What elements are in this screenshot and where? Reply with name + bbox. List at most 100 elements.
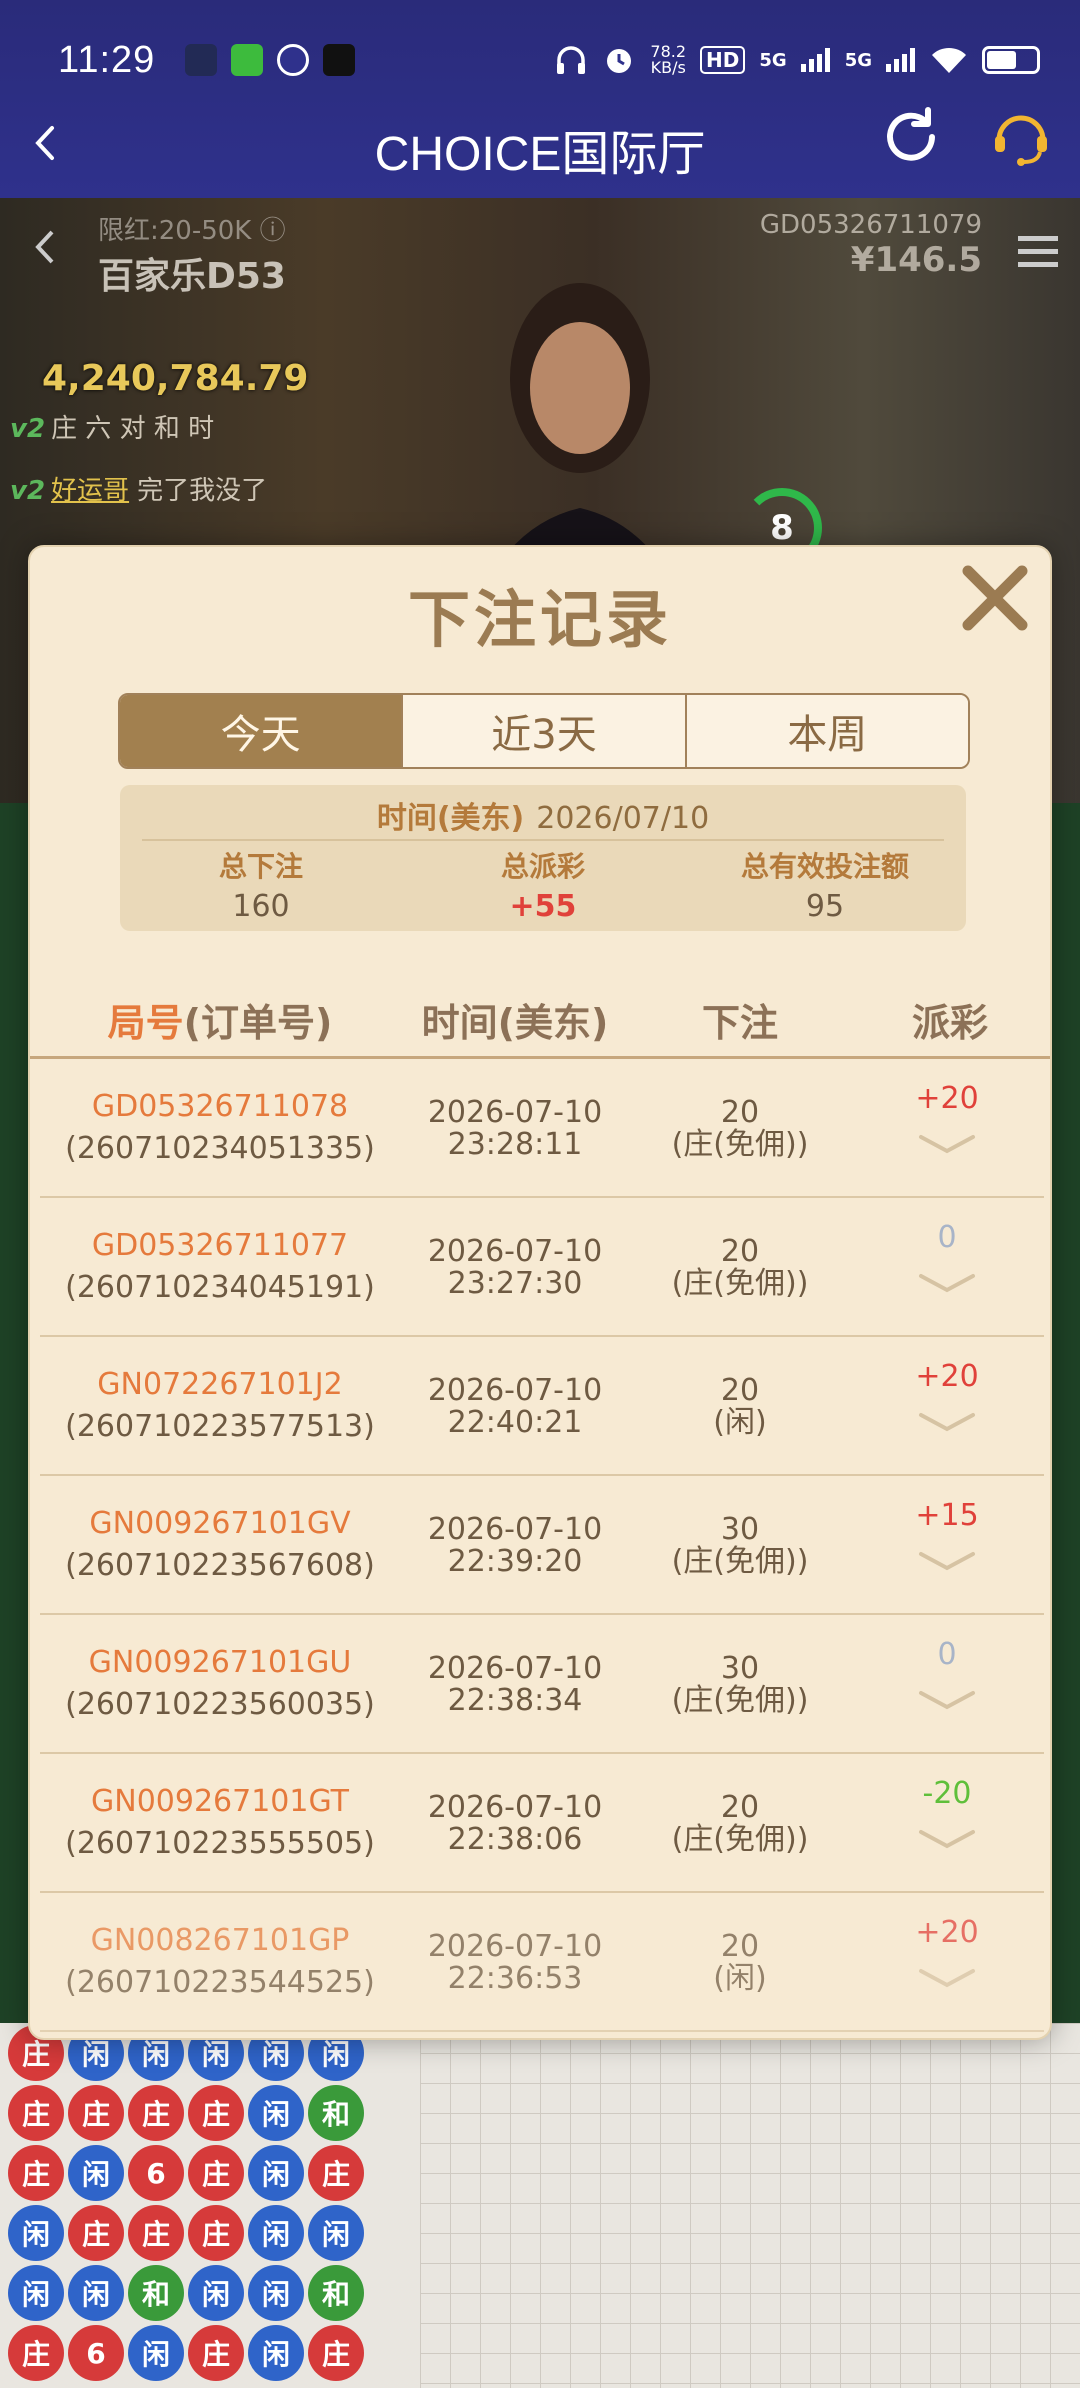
bead: 6	[128, 2145, 184, 2201]
bead: 闲	[308, 2205, 364, 2261]
chat-message: v2 好运哥 完了我没了	[10, 476, 268, 506]
column-header-id: 局号 (订单号)	[107, 1000, 333, 1045]
column-header-bet: 下注	[701, 1000, 778, 1045]
order-number: (260710223577513)	[65, 1408, 375, 1444]
hd-badge: HD	[700, 46, 746, 74]
bead: 6	[68, 2325, 124, 2381]
record-time: 2026-07-10 22:38:06	[400, 1754, 630, 1893]
alarm-icon	[607, 49, 632, 73]
bead: 庄	[8, 2325, 64, 2381]
notification-icon	[185, 44, 218, 76]
order-number: (260710223567608)	[65, 1547, 375, 1583]
nav-bar: CHOICE国际厅	[0, 100, 1080, 190]
record-row[interactable]: GN009267101GT (260710223555505) 2026-07-10…	[40, 1754, 1044, 1893]
record-row[interactable]: GN072267101J2 (260710223577513) 2026-07-10…	[40, 1337, 1044, 1476]
payout-value: +15	[915, 1498, 979, 1533]
summary-panel: 时间(美东) 2026/07/10 总下注 160 总派彩 +55 总有效投注额 …	[120, 785, 966, 931]
record-bet: 30 (庄(免佣))	[630, 1476, 850, 1615]
chevron-down-icon[interactable]	[917, 1407, 977, 1437]
bead: 闲	[188, 2265, 244, 2321]
bet-record-dialog: 下注记录 今天 近3天 本周 时间(美东) 2026/07/10 总下注 160 …	[28, 545, 1052, 2040]
bead: 闲	[8, 2265, 64, 2321]
tab-3-days[interactable]: 近3天	[401, 695, 685, 767]
status-bar: 11:29 78.2 KB/s HD 5G 5G	[58, 30, 1040, 90]
record-date: 2026-07-10	[427, 1094, 603, 1130]
battery-icon	[982, 46, 1040, 74]
refresh-button[interactable]	[878, 104, 944, 170]
chevron-down-icon[interactable]	[917, 1963, 977, 1993]
wifi-icon	[932, 47, 966, 73]
table-header: 局号 (订单号) 时间(美东) 下注 派彩	[30, 979, 1050, 1059]
payout-value: 0	[937, 1637, 957, 1672]
payout-value: +20	[915, 1081, 979, 1116]
payout-value: -20	[922, 1776, 972, 1811]
chevron-down-icon[interactable]	[917, 1129, 977, 1159]
bet-type: (庄(免佣))	[671, 1543, 809, 1579]
roadmap: 庄闲闲闲闲闲庄庄庄庄闲和庄闲6庄闲庄闲庄庄庄闲闲闲闲和闲闲和庄6闲庄闲庄	[0, 2023, 1080, 2388]
bead: 庄	[188, 2205, 244, 2261]
game-number: GD05326711077	[91, 1227, 349, 1263]
bead: 庄	[188, 2145, 244, 2201]
chevron-down-icon[interactable]	[917, 1685, 977, 1715]
record-row[interactable]: GD05326711077 (260710234045191) 2026-07-10…	[40, 1198, 1044, 1337]
bet-type: (闲)	[713, 1960, 767, 1996]
bet-amount: 20	[720, 1789, 760, 1825]
record-row[interactable]: GN009267101GU (260710223560035) 2026-07-10…	[40, 1615, 1044, 1754]
bet-limit: 限红:20-50K ⓘ	[98, 216, 286, 246]
payout-value: +20	[915, 1359, 979, 1394]
customer-service-button[interactable]	[990, 108, 1052, 170]
chevron-down-icon[interactable]	[917, 1546, 977, 1576]
record-time: 2026-07-10 22:38:34	[400, 1615, 630, 1754]
bead: 庄	[128, 2205, 184, 2261]
record-id: GN008267101GP (260710223544525)	[40, 1893, 400, 2032]
bet-amount: 20	[720, 1372, 760, 1408]
tiktok-icon	[323, 44, 356, 76]
chevron-down-icon[interactable]	[917, 1268, 977, 1298]
game-number: GN009267101GU	[88, 1644, 352, 1680]
record-payout: 0	[850, 1198, 1044, 1337]
bead: 闲	[248, 2325, 304, 2381]
bead: 庄	[68, 2085, 124, 2141]
menu-icon[interactable]	[1018, 228, 1058, 275]
record-clock: 23:28:11	[447, 1126, 583, 1162]
total-payout: 总派彩 +55	[500, 850, 585, 924]
tab-today[interactable]: 今天	[120, 695, 402, 767]
record-row[interactable]: GN009267101GV (260710223567608) 2026-07-10…	[40, 1476, 1044, 1615]
chevron-down-icon[interactable]	[917, 1824, 977, 1854]
bead: 庄	[188, 2325, 244, 2381]
record-date: 2026-07-10	[427, 1789, 603, 1825]
record-bet: 20 (闲)	[630, 1893, 850, 2032]
bet-type: (庄(免佣))	[671, 1265, 809, 1301]
record-bet: 20 (庄(免佣))	[630, 1754, 850, 1893]
record-row[interactable]: GN008267101GP (260710223544525) 2026-07-10…	[40, 1893, 1044, 2032]
table-info: 限红:20-50K ⓘ 百家乐D53	[98, 210, 286, 299]
record-clock: 23:27:30	[447, 1265, 583, 1301]
record-time: 2026-07-10 23:27:30	[400, 1198, 630, 1337]
record-id: GD05326711077 (260710234045191)	[40, 1198, 400, 1337]
net-speed: 78.2 KB/s	[650, 42, 687, 77]
bead-road: 庄闲闲闲闲闲庄庄庄庄闲和庄闲6庄闲庄闲庄庄庄闲闲闲闲和闲闲和庄6闲庄闲庄	[0, 2023, 420, 2388]
date-range-tabs: 今天 近3天 本周	[118, 693, 970, 769]
column-header-payout: 派彩	[911, 1000, 988, 1045]
bead: 和	[308, 2085, 364, 2141]
bead: 庄	[188, 2085, 244, 2141]
record-time: 2026-07-10 23:28:11	[400, 1059, 630, 1198]
bet-amount: 20	[720, 1094, 760, 1130]
record-id: GN009267101GV (260710223567608)	[40, 1476, 400, 1615]
record-payout: 0	[850, 1615, 1044, 1754]
chat-message: v2 庄 六 对 和 时	[10, 414, 215, 444]
video-back-icon[interactable]	[24, 224, 70, 270]
dialog-title: 下注记录	[407, 583, 672, 656]
record-date: 2026-07-10	[427, 1511, 603, 1547]
record-date: 2026-07-10	[427, 1233, 603, 1269]
close-button[interactable]	[958, 561, 1032, 635]
tab-this-week[interactable]: 本周	[684, 695, 968, 767]
bet-amount: 20	[720, 1233, 760, 1269]
headphones-icon	[557, 46, 586, 74]
record-row[interactable]: GD05326711078 (260710234051335) 2026-07-10…	[40, 1059, 1044, 1198]
bead: 闲	[128, 2325, 184, 2381]
record-payout: +20	[850, 1059, 1044, 1198]
record-clock: 22:38:06	[447, 1821, 583, 1857]
bet-type: (闲)	[713, 1404, 767, 1440]
bet-type: (庄(免佣))	[671, 1126, 809, 1162]
